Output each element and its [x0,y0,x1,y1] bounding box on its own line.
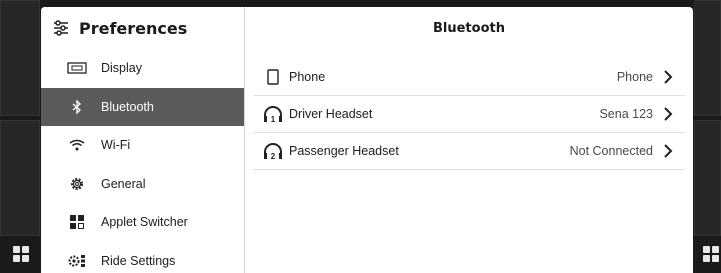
display-icon [67,60,87,76]
applet-switcher-icon [67,214,87,230]
background-tile [694,120,721,236]
sidebar-item-wifi[interactable]: Wi-Fi [41,126,244,165]
device-row-driver-headset[interactable]: 1 Driver Headset Sena 123 [253,96,685,133]
sidebar-item-label: Bluetooth [101,99,154,114]
device-row-passenger-headset[interactable]: 2 Passenger Headset Not Connected [253,133,685,170]
app-grid-icon[interactable] [703,246,719,262]
wifi-icon [67,137,87,153]
device-status: Sena 123 [599,107,653,121]
device-label: Driver Headset [289,107,373,121]
device-label: Passenger Headset [289,144,399,158]
bluetooth-icon [67,99,87,115]
svg-text:2: 2 [271,152,276,160]
sidebar-item-bluetooth[interactable]: Bluetooth [41,87,244,126]
ride-settings-icon [67,253,87,269]
headset-2-icon: 2 [262,140,284,162]
device-row-phone[interactable]: Phone Phone [253,59,685,96]
sidebar: Preferences Display Bluetooth Wi-Fi Gene… [41,7,245,273]
device-list: Phone Phone 1 Driver Headset Sena 123 2 … [253,59,685,170]
gear-icon [67,176,87,192]
background-tile [0,120,40,236]
sidebar-item-display[interactable]: Display [41,49,244,88]
app-grid-icon[interactable] [13,246,29,262]
sidebar-header: Preferences [41,7,244,49]
sidebar-item-applet-switcher[interactable]: Applet Switcher [41,203,244,242]
chevron-right-icon [661,107,675,121]
sidebar-title: Preferences [79,18,188,38]
sidebar-item-label: Display [101,61,142,76]
chevron-right-icon [661,70,675,84]
device-label: Phone [289,70,326,84]
background-tile [694,0,721,116]
sidebar-item-label: General [101,176,146,191]
preferences-sliders-icon [53,20,69,36]
chevron-right-icon [661,144,675,158]
bluetooth-panel: Bluetooth Phone Phone 1 Driver Headset S… [245,7,693,273]
sidebar-item-general[interactable]: General [41,165,244,204]
sidebar-item-ride-settings[interactable]: Ride Settings [41,242,244,273]
phone-icon [262,66,284,88]
sidebar-item-label: Ride Settings [101,253,176,268]
device-status: Phone [616,70,653,84]
sidebar-item-label: Wi-Fi [101,138,131,153]
svg-text:1: 1 [271,115,276,123]
page-title: Bluetooth [433,20,505,36]
sidebar-item-label: Applet Switcher [101,215,188,230]
background-tile [0,0,40,116]
device-status: Not Connected [569,144,653,158]
headset-1-icon: 1 [262,103,284,125]
preferences-dialog: Preferences Display Bluetooth Wi-Fi Gene… [41,7,693,273]
